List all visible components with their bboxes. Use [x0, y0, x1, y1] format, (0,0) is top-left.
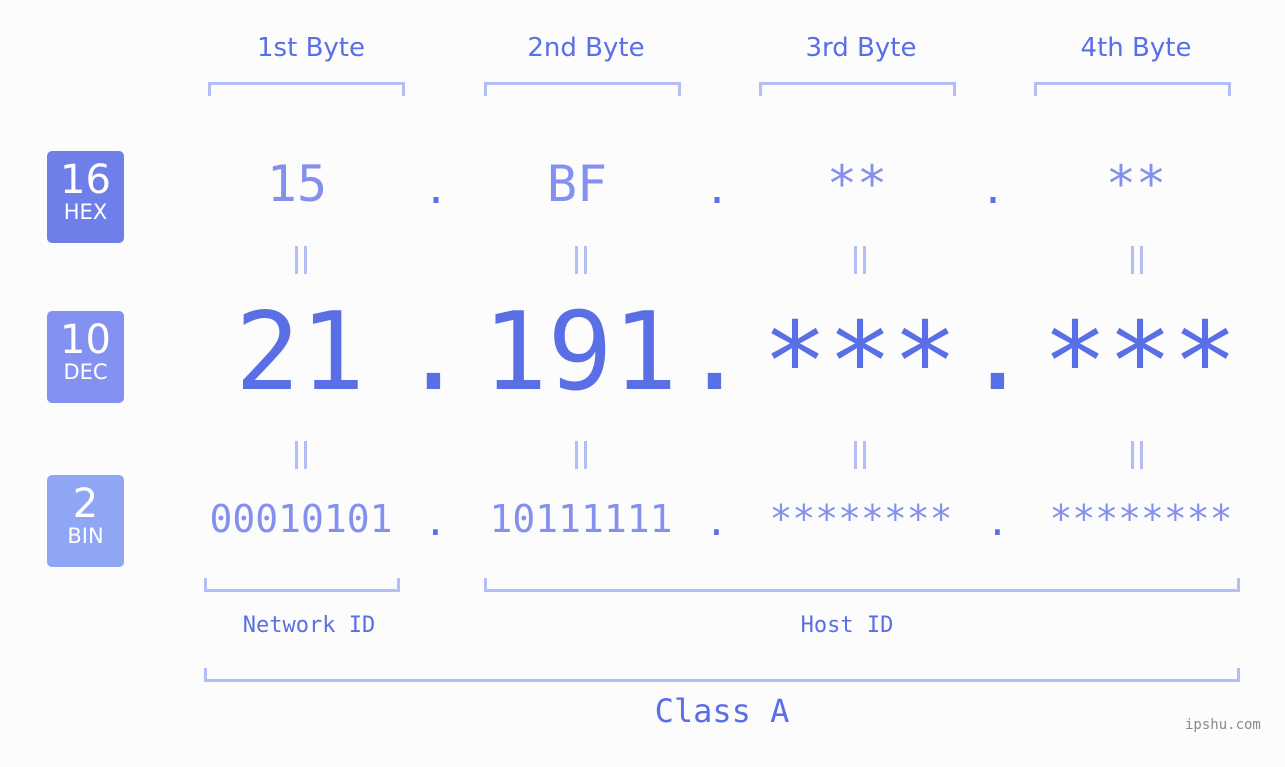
hex-base: 16 — [60, 157, 111, 203]
byte-header-4: 4th Byte — [1080, 33, 1192, 63]
equals-marker — [291, 441, 311, 471]
bin-byte-4: ******** — [1049, 497, 1233, 541]
class-bracket — [204, 668, 1240, 682]
bin-separator-3: . — [986, 500, 1009, 544]
bin-byte-2: 10111111 — [489, 497, 673, 541]
equals-marker — [850, 246, 870, 276]
equals-marker — [571, 246, 591, 276]
byte-header-2: 2nd Byte — [527, 33, 645, 63]
class-label: Class A — [654, 692, 790, 730]
site-watermark: ipshu.com — [1185, 717, 1261, 733]
hex-byte-3: ** — [826, 155, 888, 213]
bin-separator-2: . — [705, 500, 728, 544]
dec-label: DEC — [63, 360, 108, 384]
equals-marker — [850, 441, 870, 471]
byte-bracket-1 — [208, 82, 405, 96]
equals-marker — [571, 441, 591, 471]
bin-badge: 2 BIN — [47, 475, 124, 567]
dec-separator-3: . — [965, 290, 1031, 415]
hex-separator-3: . — [981, 167, 1006, 213]
hex-byte-4: ** — [1105, 155, 1167, 213]
byte-bracket-2 — [484, 82, 681, 96]
dec-badge: 10 DEC — [47, 311, 124, 403]
dec-separator-2: . — [682, 290, 748, 415]
dec-base: 10 — [60, 317, 111, 363]
network-id-bracket — [204, 578, 400, 592]
equals-marker — [1127, 441, 1147, 471]
dec-byte-1: 21 — [234, 290, 366, 415]
hex-byte-1: 15 — [266, 155, 328, 213]
hex-byte-2: BF — [546, 155, 608, 213]
hex-separator-2: . — [705, 167, 730, 213]
byte-bracket-3 — [759, 82, 956, 96]
bin-separator-1: . — [424, 500, 447, 544]
dec-byte-2: 191 — [482, 290, 678, 415]
byte-header-1: 1st Byte — [257, 33, 365, 63]
bin-byte-1: 00010101 — [209, 497, 393, 541]
host-id-bracket — [484, 578, 1240, 592]
dec-separator-1: . — [401, 290, 467, 415]
host-id-label: Host ID — [800, 613, 894, 638]
dec-byte-4: *** — [1042, 300, 1238, 425]
equals-marker — [291, 246, 311, 276]
equals-marker — [1127, 246, 1147, 276]
network-id-label: Network ID — [242, 613, 376, 638]
hex-label: HEX — [63, 200, 108, 224]
bin-byte-3: ******** — [769, 497, 953, 541]
dec-byte-3: *** — [762, 300, 958, 425]
hex-separator-1: . — [424, 167, 449, 213]
byte-header-3: 3rd Byte — [805, 33, 917, 63]
bin-label: BIN — [67, 524, 104, 548]
hex-badge: 16 HEX — [47, 151, 124, 243]
bin-base: 2 — [72, 481, 99, 527]
byte-bracket-4 — [1034, 82, 1231, 96]
